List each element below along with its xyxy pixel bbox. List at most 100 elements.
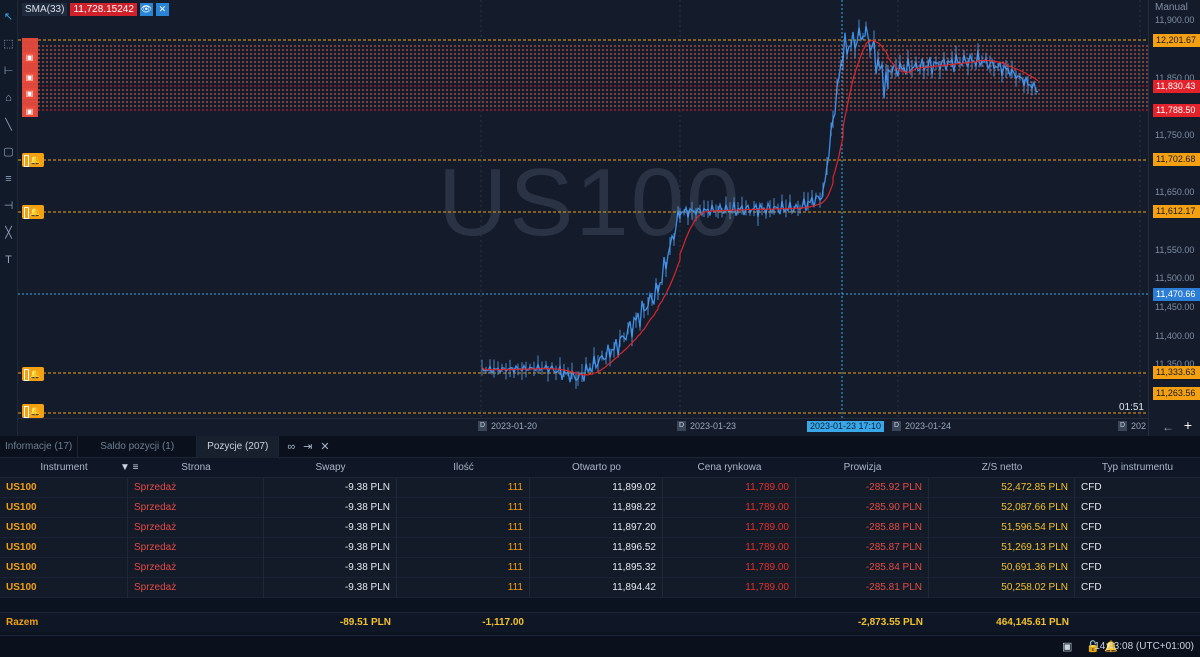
- column-header-swapy[interactable]: Swapy: [264, 458, 397, 478]
- price-tag-alert[interactable]: 11,263.56: [1153, 387, 1200, 400]
- totals-empty: [1075, 613, 1200, 633]
- indicator-name: SMA(33): [22, 2, 68, 16]
- save-icon[interactable]: ▣: [1062, 640, 1076, 654]
- cell-cena-rynkowa: 11,789.00: [663, 538, 796, 558]
- price-tag-alert[interactable]: 12,201.67: [1153, 34, 1200, 47]
- time-label: D 2023-01-24: [892, 421, 951, 431]
- price-alert-bell-icon[interactable]: 🔔: [22, 205, 44, 219]
- table-row[interactable]: US100 Sprzedaż -9.38 PLN 111 11,899.02 11,789…: [0, 478, 1200, 498]
- time-axis[interactable]: D 2023-01-20 D 2023-01-23 2023-01-23 17:…: [18, 418, 1148, 436]
- time-label-text: 2023-01-20: [491, 421, 538, 431]
- close-icon[interactable]: ✕: [155, 2, 169, 16]
- table-row[interactable]: US100 Sprzedaż -9.38 PLN 111 11,897.20 11,789…: [0, 518, 1200, 538]
- column-header-typ-instrumentu[interactable]: Typ instrumentu: [1075, 458, 1200, 478]
- pitchfork-tool-icon[interactable]: ⊣: [1, 199, 16, 214]
- cell-ilosc: 111: [397, 478, 530, 498]
- day-marker: D: [677, 421, 686, 431]
- table-row[interactable]: US100 Sprzedaż -9.38 PLN 111 11,898.22 11,789…: [0, 498, 1200, 518]
- cursor-tool-icon[interactable]: ↖: [1, 10, 16, 25]
- time-label: D 2023-01-20: [478, 421, 537, 431]
- column-header-ilosc[interactable]: Ilość: [397, 458, 530, 478]
- scroll-left-icon[interactable]: ←: [1162, 420, 1174, 434]
- time-label: D 2023-01-23: [677, 421, 736, 431]
- cell-instrument: US100: [0, 478, 128, 498]
- price-tick: 11,550.00: [1155, 245, 1195, 255]
- table-row[interactable]: US100 Sprzedaż -9.38 PLN 111 11,896.52 11,789…: [0, 538, 1200, 558]
- chart-canvas[interactable]: [18, 0, 1148, 418]
- price-tag-crosshair[interactable]: 11,470.66: [1153, 288, 1200, 301]
- price-chart[interactable]: US100 SMA(33) 11,728.15242 👁 ✕ ▣ ▣ ▣ ▣ 🔔…: [18, 0, 1148, 436]
- filter-icon[interactable]: ▼ ≡: [120, 458, 139, 478]
- drawing-toolbar: ↖ ⬚ ⊢ ⌂ ╲ ▢ ≡ ⊣ ╳ T: [0, 0, 18, 436]
- trend-line-icon[interactable]: ╲: [1, 118, 16, 133]
- day-marker: D: [892, 421, 901, 431]
- column-header-prowizja[interactable]: Prowizja: [796, 458, 929, 478]
- column-header-label: Instrument: [40, 462, 88, 473]
- cell-zs-netto: 52,087.66 PLN: [929, 498, 1075, 518]
- price-tag-bid[interactable]: 11,830.43: [1153, 80, 1200, 93]
- order-marker[interactable]: ▣: [23, 72, 36, 83]
- cell-instrument: US100: [0, 558, 128, 578]
- order-marker[interactable]: ▣: [23, 52, 36, 63]
- price-tick: 11,500.00: [1155, 273, 1195, 283]
- cell-strona: Sprzedaż: [128, 578, 264, 598]
- price-tick: 11,900.00: [1155, 15, 1195, 25]
- cell-prowizja: -285.88 PLN: [796, 518, 929, 538]
- link-icon[interactable]: ∞: [287, 441, 295, 453]
- cell-typ-instrumentu: CFD: [1081, 522, 1102, 533]
- column-header-otwarto-po[interactable]: Otwarto po: [530, 458, 663, 478]
- time-label-text: 2023-01-24: [905, 421, 952, 431]
- table-row[interactable]: US100 Sprzedaż -9.38 PLN 111 11,895.32 11,789…: [0, 558, 1200, 578]
- cell-otwarto-po: 11,894.42: [530, 578, 663, 598]
- price-tag-alert[interactable]: 11,612.17: [1153, 205, 1200, 218]
- column-header-zs-netto[interactable]: Z/S netto: [929, 458, 1075, 478]
- column-header-strona[interactable]: ▼ ≡ Strona: [120, 458, 264, 478]
- order-marker[interactable]: ▣: [23, 106, 36, 117]
- cell-swapy: -9.38 PLN: [264, 518, 397, 538]
- rectangle-select-icon[interactable]: ⬚: [1, 37, 16, 52]
- shape-tool-icon[interactable]: ▢: [1, 145, 16, 160]
- totals-empty: [663, 613, 796, 633]
- cell-typ-instrumentu: CFD: [1081, 542, 1102, 553]
- drawing-lock-icon[interactable]: ⌂: [1, 91, 16, 106]
- positions-panel: Informacje (17) Saldo pozycji (1) Pozycj…: [0, 435, 1200, 657]
- tab-informacje[interactable]: Informacje (17): [0, 435, 79, 458]
- column-header-cena-rynkowa[interactable]: Cena rynkowa: [663, 458, 796, 478]
- eye-icon[interactable]: 👁: [139, 2, 153, 16]
- close-icon[interactable]: ✕: [320, 440, 329, 453]
- tab-pozycje[interactable]: Pozycje (207): [197, 435, 280, 458]
- price-alert-bell-icon[interactable]: 🔔: [22, 153, 44, 167]
- cell-ilosc: 111: [397, 558, 530, 578]
- cell-swapy: -9.38 PLN: [264, 498, 397, 518]
- cell-swapy: -9.38 PLN: [264, 558, 397, 578]
- totals-label: Razem: [6, 617, 39, 628]
- price-axis[interactable]: Manual 11,900.00 11,850.00 11,750.00 11,…: [1148, 0, 1200, 436]
- cell-zs-netto: 50,691.36 PLN: [929, 558, 1075, 578]
- price-tag-ask[interactable]: 11,788.50: [1153, 104, 1200, 117]
- cell-typ-instrumentu: CFD: [1081, 582, 1102, 593]
- axis-mode-label[interactable]: Manual: [1155, 2, 1188, 13]
- column-header-instrument[interactable]: Instrument: [0, 458, 128, 478]
- text-tool-icon[interactable]: T: [1, 253, 16, 268]
- price-tag-alert[interactable]: 11,333.63: [1153, 366, 1200, 379]
- price-alert-bell-icon[interactable]: 🔔: [22, 367, 44, 381]
- time-label: D 202: [1118, 421, 1146, 431]
- price-tag-alert[interactable]: 11,702.68: [1153, 153, 1200, 166]
- cell-otwarto-po: 11,896.52: [530, 538, 663, 558]
- cell-cena-rynkowa: 11,789.00: [663, 578, 796, 598]
- price-alert-bell-icon[interactable]: 🔔: [22, 404, 44, 418]
- tab-saldo-pozycji[interactable]: Saldo pozycji (1): [78, 435, 198, 458]
- cell-zs-netto: 51,269.13 PLN: [929, 538, 1075, 558]
- cell-strona: Sprzedaż: [128, 518, 264, 538]
- totals-ilosc: -1,117.00: [482, 617, 524, 628]
- measure-tool-icon[interactable]: ⊢: [1, 64, 16, 79]
- zoom-in-icon[interactable]: +: [1184, 417, 1192, 433]
- fibonacci-tool-icon[interactable]: ≡: [1, 172, 16, 187]
- time-label-text: 202: [1131, 421, 1147, 431]
- cell-ilosc: 111: [397, 538, 530, 558]
- table-row[interactable]: US100 Sprzedaż -9.38 PLN 111 11,894.42 11,789…: [0, 578, 1200, 598]
- order-marker[interactable]: ▣: [23, 88, 36, 99]
- gann-tool-icon[interactable]: ╳: [1, 226, 16, 241]
- export-icon[interactable]: ⇥: [303, 440, 312, 453]
- crosshair-time-text: 2023-01-23 17:10: [807, 421, 885, 432]
